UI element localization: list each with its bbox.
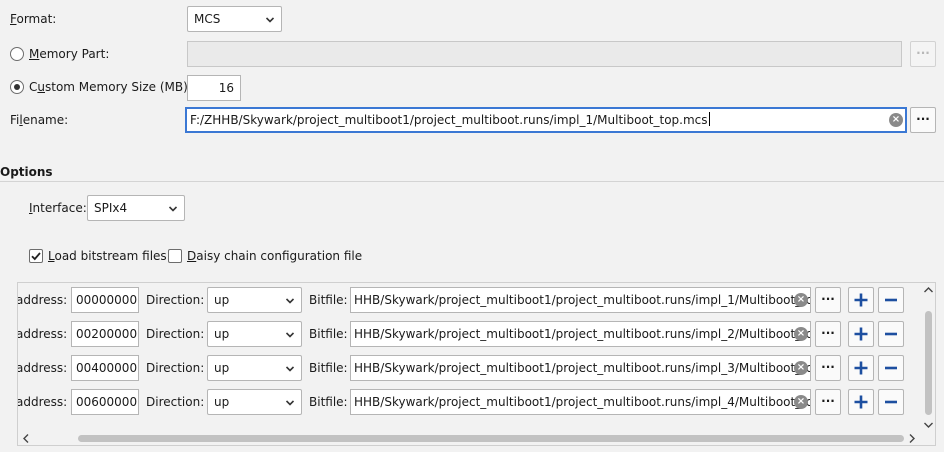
bitfile-label: Bitfile: — [309, 327, 348, 341]
clear-icon[interactable]: × — [889, 113, 903, 127]
bitfile-row: address: 00000000 Direction: up Bitfile:… — [18, 283, 921, 317]
scroll-left-icon[interactable] — [23, 434, 29, 443]
custom-memory-label: Custom Memory Size (MB): — [29, 80, 192, 94]
remove-row-button[interactable] — [878, 321, 904, 347]
clear-icon[interactable]: × — [794, 327, 808, 341]
plus-icon — [854, 327, 868, 341]
add-row-button[interactable] — [848, 287, 874, 313]
add-row-button[interactable] — [848, 321, 874, 347]
bitfile-browse-button[interactable]: ··· — [815, 321, 841, 347]
chevron-down-icon — [286, 298, 294, 304]
format-label: Format: — [10, 12, 57, 26]
section-divider — [0, 181, 944, 182]
clear-icon[interactable]: × — [794, 293, 808, 307]
plus-icon — [854, 361, 868, 375]
bitfile-input[interactable]: HHB/Skywark/project_multiboot1/project_m… — [350, 287, 811, 313]
bitfile-row: address: 00600000 Direction: up Bitfile:… — [18, 385, 921, 419]
plus-icon — [854, 293, 868, 307]
direction-label: Direction: — [146, 395, 205, 409]
address-input[interactable]: 00400000 — [71, 355, 139, 381]
direction-label: Direction: — [146, 361, 205, 375]
direction-dropdown[interactable]: up — [207, 287, 302, 313]
remove-row-button[interactable] — [878, 355, 904, 381]
custom-memory-radio[interactable] — [10, 80, 24, 94]
bitfile-input[interactable]: HHB/Skywark/project_multiboot1/project_m… — [350, 355, 811, 381]
address-input[interactable]: 00600000 — [71, 389, 139, 415]
bitfile-input[interactable]: HHB/Skywark/project_multiboot1/project_m… — [350, 389, 811, 415]
clear-icon[interactable]: × — [794, 361, 808, 375]
add-row-button[interactable] — [848, 389, 874, 415]
format-value: MCS — [194, 12, 221, 26]
direction-dropdown[interactable]: up — [207, 321, 302, 347]
add-row-button[interactable] — [848, 355, 874, 381]
address-label: address: — [17, 293, 68, 307]
filename-value: F:/ZHHB/Skywark/project_multiboot1/proje… — [190, 113, 708, 127]
filename-input[interactable]: F:/ZHHB/Skywark/project_multiboot1/proje… — [185, 107, 907, 133]
chevron-down-icon — [286, 400, 294, 406]
bitfile-label: Bitfile: — [309, 293, 348, 307]
minus-icon — [885, 298, 897, 302]
interface-dropdown[interactable]: SPIx4 — [87, 195, 185, 221]
bitfile-browse-button[interactable]: ··· — [815, 355, 841, 381]
memory-part-browse-button: ··· — [910, 41, 936, 67]
direction-value: up — [214, 361, 230, 375]
scroll-right-icon[interactable] — [909, 434, 915, 443]
format-dropdown[interactable]: MCS — [187, 6, 282, 32]
bitfile-row: address: 00400000 Direction: up Bitfile:… — [18, 351, 921, 385]
scroll-down-icon[interactable] — [924, 422, 933, 428]
bitfile-input[interactable]: HHB/Skywark/project_multiboot1/project_m… — [350, 321, 811, 347]
bitfile-label: Bitfile: — [309, 361, 348, 375]
interface-value: SPIx4 — [94, 201, 128, 215]
bitfile-label: Bitfile: — [309, 395, 348, 409]
options-section-title: Options — [0, 165, 53, 179]
filename-label: Filename: — [10, 113, 69, 127]
memory-part-field — [187, 41, 902, 67]
address-label: address: — [17, 395, 68, 409]
scroll-up-icon[interactable] — [924, 287, 933, 293]
direction-dropdown[interactable]: up — [207, 389, 302, 415]
direction-dropdown[interactable]: up — [207, 355, 302, 381]
load-bitstream-checkbox[interactable] — [29, 249, 43, 263]
horizontal-scrollbar[interactable] — [18, 431, 921, 445]
remove-row-button[interactable] — [878, 287, 904, 313]
vertical-scroll-thumb[interactable] — [925, 311, 932, 415]
plus-icon — [854, 395, 868, 409]
address-input[interactable]: 00200000 — [71, 321, 139, 347]
direction-label: Direction: — [146, 293, 205, 307]
direction-value: up — [214, 327, 230, 341]
vertical-scrollbar[interactable] — [921, 283, 935, 431]
chevron-down-icon — [286, 366, 294, 372]
checkmark-icon — [31, 252, 41, 261]
chevron-down-icon — [266, 17, 274, 23]
minus-icon — [885, 400, 897, 404]
address-label: address: — [17, 327, 68, 341]
chevron-down-icon — [286, 332, 294, 338]
custom-memory-input[interactable]: 16 — [187, 75, 241, 101]
daisy-chain-label: Daisy chain configuration file — [187, 249, 363, 263]
bitfile-row: address: 00200000 Direction: up Bitfile:… — [18, 317, 921, 351]
clear-icon[interactable]: × — [794, 395, 808, 409]
interface-label: Interface: — [29, 201, 87, 215]
direction-label: Direction: — [146, 327, 205, 341]
text-cursor — [708, 112, 710, 126]
bitfile-browse-button[interactable]: ··· — [815, 287, 841, 313]
address-input[interactable]: 00000000 — [71, 287, 139, 313]
bitfile-browse-button[interactable]: ··· — [815, 389, 841, 415]
daisy-chain-checkbox[interactable] — [168, 249, 182, 263]
memory-part-label: Memory Part: — [29, 47, 110, 61]
remove-row-button[interactable] — [878, 389, 904, 415]
direction-value: up — [214, 395, 230, 409]
filename-browse-button[interactable]: ··· — [910, 107, 936, 133]
load-bitstream-label: Load bitstream files — [48, 249, 167, 263]
direction-value: up — [214, 293, 230, 307]
memory-part-radio[interactable] — [10, 47, 24, 61]
bitfile-rows-panel: address: 00000000 Direction: up Bitfile:… — [17, 282, 936, 446]
minus-icon — [885, 366, 897, 370]
address-label: address: — [17, 361, 68, 375]
horizontal-scroll-thumb[interactable] — [78, 435, 904, 442]
chevron-down-icon — [169, 206, 177, 212]
minus-icon — [885, 332, 897, 336]
